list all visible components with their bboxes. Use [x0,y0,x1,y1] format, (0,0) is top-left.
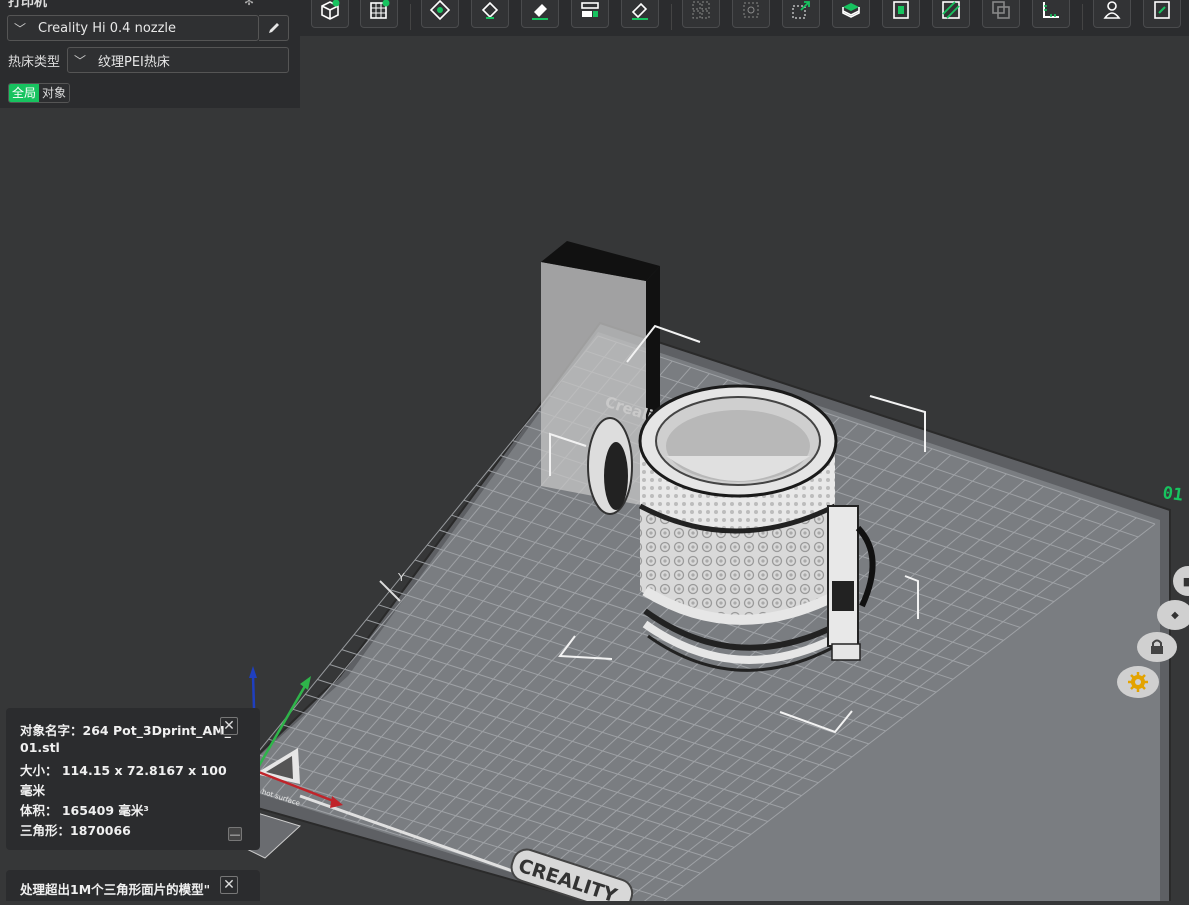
chevron-down-icon: ﹀ [14,21,27,36]
hollow-icon [893,1,909,19]
plate-number: 01 [1161,483,1184,506]
support-paint-button[interactable] [732,0,770,28]
object-triangles: 三角形：1870066 [20,823,131,838]
tab-global[interactable]: 全局 [9,84,40,102]
printer-settings-panel: 打印机 ···· ·· ·· ✻ ﹀ Creality Hi 0.4 nozzl… [0,0,300,108]
scale-button[interactable] [782,0,820,28]
variable-layer-icon [942,1,960,19]
notification-text: 处理超出1M个三角形面片的模型" [20,882,211,897]
pencil-icon [268,23,279,33]
paint-button[interactable] [621,0,659,28]
top-toolbar [300,0,1189,36]
scale-icon [792,1,810,19]
tab-object[interactable]: 对象 [39,84,70,102]
object-name-line1: 对象名字：264 Pot_3Dprint_AM_ [20,723,231,738]
add-object-button[interactable] [311,0,349,28]
cut-button[interactable] [832,0,870,28]
printer-name: Creality Hi 0.4 nozzle [38,20,177,36]
lock-button[interactable] [1137,632,1177,662]
hollow-button[interactable] [882,0,920,28]
bed-type-label: 热床类型 [8,55,61,70]
arrange-button[interactable] [471,0,509,28]
text-icon [1154,1,1170,19]
arrange-icon [481,1,499,19]
add-object-icon [321,0,340,20]
variable-layer-button[interactable] [932,0,970,28]
panel-header: 打印机 ···· ·· ·· [8,0,89,10]
camera-icon: ■ [1182,574,1189,588]
lock-icon [1151,639,1163,654]
paint-icon [631,2,648,20]
panel-subtitle: ···· ·· ·· [57,0,89,6]
clear-plate-icon [532,4,548,20]
clear-plate-button[interactable] [521,0,559,28]
close-icon: ✕ [223,877,235,893]
split-icon [581,2,599,17]
boolean-button[interactable] [982,0,1020,28]
support-paint-icon [743,2,759,18]
auto-mode-button[interactable]: ◆ [1157,600,1189,630]
printer-select[interactable]: ﹀ Creality Hi 0.4 nozzle [7,15,259,41]
minus-icon: — [229,827,241,841]
chevron-down-icon: ﹀ [74,53,87,68]
measure-button[interactable] [1032,0,1070,28]
y-axis-label: Y [397,571,405,584]
auto-orient-button[interactable] [421,0,459,28]
bed-type-select[interactable]: ﹀ 纹理PEI热床 [67,47,289,73]
auto-icon: ◆ [1171,609,1179,621]
object-name-line2: 01.stl [20,740,60,755]
settings-button[interactable] [1117,666,1159,698]
assembly-icon [1103,1,1121,19]
boolean-icon [992,1,1010,19]
text-tool-button[interactable] [1143,0,1181,28]
seam-icon [692,1,710,19]
measure-icon [1043,2,1059,18]
cut-icon [842,3,860,18]
settings-gear-icon [1128,672,1148,692]
object-size-line1: 大小： 114.15 x 72.8167 x 100 [20,763,227,778]
panel-title: 打印机 [8,0,48,10]
assembly-button[interactable] [1093,0,1131,28]
close-notification-button[interactable]: ✕ [220,876,238,894]
auto-orient-icon [429,0,451,21]
notification-panel: 处理超出1M个三角形面片的模型" ✕ [6,870,260,901]
collapse-info-button[interactable]: — [228,827,242,841]
add-plate-button[interactable] [360,0,398,28]
seam-button[interactable] [682,0,720,28]
split-button[interactable] [571,0,609,28]
printer-settings-gear-icon[interactable]: ✻ [244,0,258,8]
bed-type-value: 纹理PEI热床 [98,54,170,70]
close-icon: ✕ [223,718,235,734]
object-size-line2: 毫米 [20,783,46,798]
object-volume: 体积： 165409 毫米³ [20,803,149,818]
close-info-button[interactable]: ✕ [220,717,238,735]
scope-toggle[interactable]: 全局 对象 [8,83,71,103]
edit-printer-button[interactable] [259,15,289,41]
object-info-panel: 对象名字：264 Pot_3Dprint_AM_ ✕ 01.stl 大小： 11… [6,708,260,850]
add-plate-icon [370,0,390,19]
